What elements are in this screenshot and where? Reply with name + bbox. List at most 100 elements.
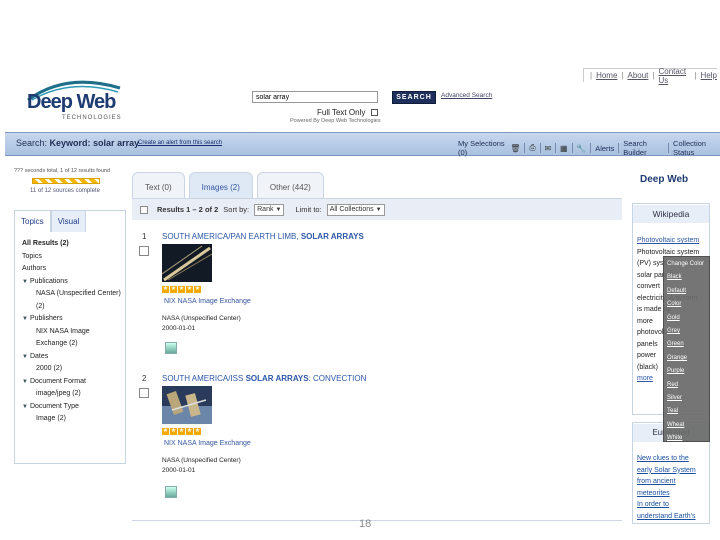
color-option[interactable]: Gold	[667, 315, 680, 321]
result-checkbox[interactable]	[139, 246, 149, 256]
deep-web-logo[interactable]: Deep Web TECHNOLOGIES	[14, 78, 124, 124]
facet-item[interactable]: Authors	[22, 263, 122, 276]
title-highlight: SOLAR ARRAYS	[245, 374, 309, 383]
about-link[interactable]: About	[628, 71, 649, 80]
color-option[interactable]: Wheat	[667, 422, 684, 428]
facet-label: Exchange (2)	[36, 340, 78, 347]
wikipedia-line[interactable]: Photovoltaic system	[637, 235, 707, 247]
expand-triangle-icon[interactable]: ▼	[22, 404, 28, 410]
facet-item[interactable]: ▼ Publishers	[22, 313, 122, 326]
color-option[interactable]: Silver	[667, 395, 682, 401]
help-link[interactable]: Help	[701, 71, 717, 80]
expand-triangle-icon[interactable]: ▼	[22, 354, 28, 360]
expand-triangle-icon[interactable]: ▼	[22, 279, 28, 285]
result-title[interactable]: SOUTH AMERICA/ISS SOLAR ARRAYS: CONVECTI…	[162, 374, 366, 383]
alerts-link[interactable]: Alerts	[595, 144, 614, 153]
limit-select[interactable]: All Collections ▼	[326, 203, 385, 216]
expand-triangle-icon[interactable]: ▼	[22, 379, 28, 385]
facet-item[interactable]: ▼ Document Format	[22, 376, 122, 389]
full-text-checkbox-icon[interactable]	[370, 109, 378, 117]
search-input[interactable]	[252, 91, 378, 103]
wrench-icon[interactable]: 🔧	[576, 144, 586, 153]
color-option[interactable]: Green	[667, 341, 684, 347]
tab-images[interactable]: Images (2)	[188, 172, 253, 198]
result-source[interactable]: NIX NASA Image Exchange	[164, 440, 251, 447]
select-all-checkbox[interactable]	[140, 205, 148, 214]
home-link[interactable]: Home	[596, 71, 617, 80]
facet-label: 2000 (2)	[36, 365, 63, 372]
facet-item[interactable]: All Results (2)	[22, 238, 122, 251]
result-title[interactable]: SOUTH AMERICA/PAN EARTH LIMB, SOLAR ARRA…	[162, 232, 364, 241]
eurekalert-line[interactable]: understand Earth's	[637, 511, 707, 523]
result-checkbox[interactable]	[139, 388, 149, 398]
color-option[interactable]: Black	[667, 274, 682, 280]
create-alert-link[interactable]: Create an alert from this search	[138, 140, 222, 146]
facet-item[interactable]: ▼ Publications	[22, 276, 122, 289]
my-selections-link[interactable]: My Selections (0)	[458, 139, 506, 157]
iss-image-icon	[162, 386, 212, 424]
facet-item[interactable]: NIX NASA Image	[22, 326, 122, 339]
facet-label: Dates	[29, 352, 49, 360]
color-option[interactable]: Default	[667, 288, 686, 294]
color-option[interactable]: Purple	[667, 368, 684, 374]
contact-link[interactable]: Contact Us	[658, 67, 690, 85]
facet-label: Document Format	[29, 377, 86, 385]
tab-topics[interactable]: Topics	[14, 210, 51, 232]
full-text-label: Full Text Only	[317, 108, 366, 117]
print-icon[interactable]: ⎙	[529, 143, 535, 153]
image-file-icon[interactable]	[165, 342, 177, 354]
facet-item[interactable]: image/jpeg (2)	[22, 388, 122, 401]
results-count: Results 1 – 2 of 2	[157, 205, 219, 214]
tab-text[interactable]: Text (0)	[132, 172, 185, 198]
result-source[interactable]: NIX NASA Image Exchange	[164, 298, 251, 305]
result-thumbnail[interactable]	[162, 244, 212, 282]
star-icon: ★	[178, 286, 185, 293]
result-item: 2 SOUTH AMERICA/ISS SOLAR ARRAYS: CONVEC…	[132, 372, 622, 512]
expand-triangle-icon[interactable]: ▼	[22, 316, 28, 322]
save-icon[interactable]: ▦	[560, 144, 568, 153]
color-option[interactable]: Teal	[667, 408, 678, 414]
toolbar-divider	[555, 143, 557, 153]
keyword-value: Keyword: solar array	[49, 138, 140, 148]
solar-array-image-icon	[162, 244, 212, 282]
color-option[interactable]: Orange	[667, 355, 687, 361]
search-builder-link[interactable]: Search Builder	[623, 139, 664, 157]
color-option[interactable]: Color	[667, 301, 681, 307]
result-thumbnail[interactable]	[162, 386, 212, 424]
collection-status-link[interactable]: Collection Status	[673, 139, 720, 157]
eurekalert-line[interactable]: early Solar System	[637, 465, 707, 477]
facet-item[interactable]: Topics	[22, 251, 122, 264]
trash-icon[interactable]: 🗑	[510, 144, 520, 153]
color-option[interactable]: Red	[667, 382, 678, 388]
facet-item[interactable]: NASA (Unspecified Center)	[22, 288, 122, 301]
sort-select[interactable]: Rank ▼	[254, 203, 285, 216]
change-color-menu: Change Color Black Default Color Gold Grey Gre…	[663, 256, 710, 442]
eurekalert-line[interactable]: meteorites	[637, 488, 707, 500]
facet-item[interactable]: ▼ Dates	[22, 351, 122, 364]
limit-value: All Collections	[329, 206, 374, 213]
star-icon: ★	[186, 428, 193, 435]
eurekalert-line[interactable]: In order to	[637, 499, 707, 511]
facet-label: image/jpeg (2)	[36, 390, 81, 397]
facet-item[interactable]: Image (2)	[22, 413, 122, 426]
email-icon[interactable]: ✉	[545, 144, 552, 153]
star-icon: ★	[162, 428, 169, 435]
facet-item[interactable]: (2)	[22, 301, 122, 314]
tab-other[interactable]: Other (442)	[256, 172, 324, 198]
toolbar-divider	[618, 143, 620, 153]
tab-visual[interactable]: Visual	[50, 210, 87, 232]
advanced-search-link[interactable]: Advanced Search	[441, 92, 492, 99]
color-option[interactable]: Grey	[667, 328, 680, 334]
color-option[interactable]: White	[667, 435, 682, 441]
facet-item[interactable]: Exchange (2)	[22, 338, 122, 351]
full-text-only-option[interactable]: Full Text Only	[317, 108, 378, 117]
eurekalert-line[interactable]: from ancient	[637, 476, 707, 488]
facet-item[interactable]: 2000 (2)	[22, 363, 122, 376]
search-button[interactable]: SEARCH	[392, 91, 436, 104]
facet-label: Publishers	[29, 315, 63, 322]
image-file-icon[interactable]	[165, 486, 177, 498]
facet-label: Document Type	[29, 402, 79, 410]
facet-item[interactable]: ▼ Document Type	[22, 401, 122, 414]
result-number: 2	[142, 374, 147, 383]
eurekalert-line[interactable]: New clues to the	[637, 453, 707, 465]
